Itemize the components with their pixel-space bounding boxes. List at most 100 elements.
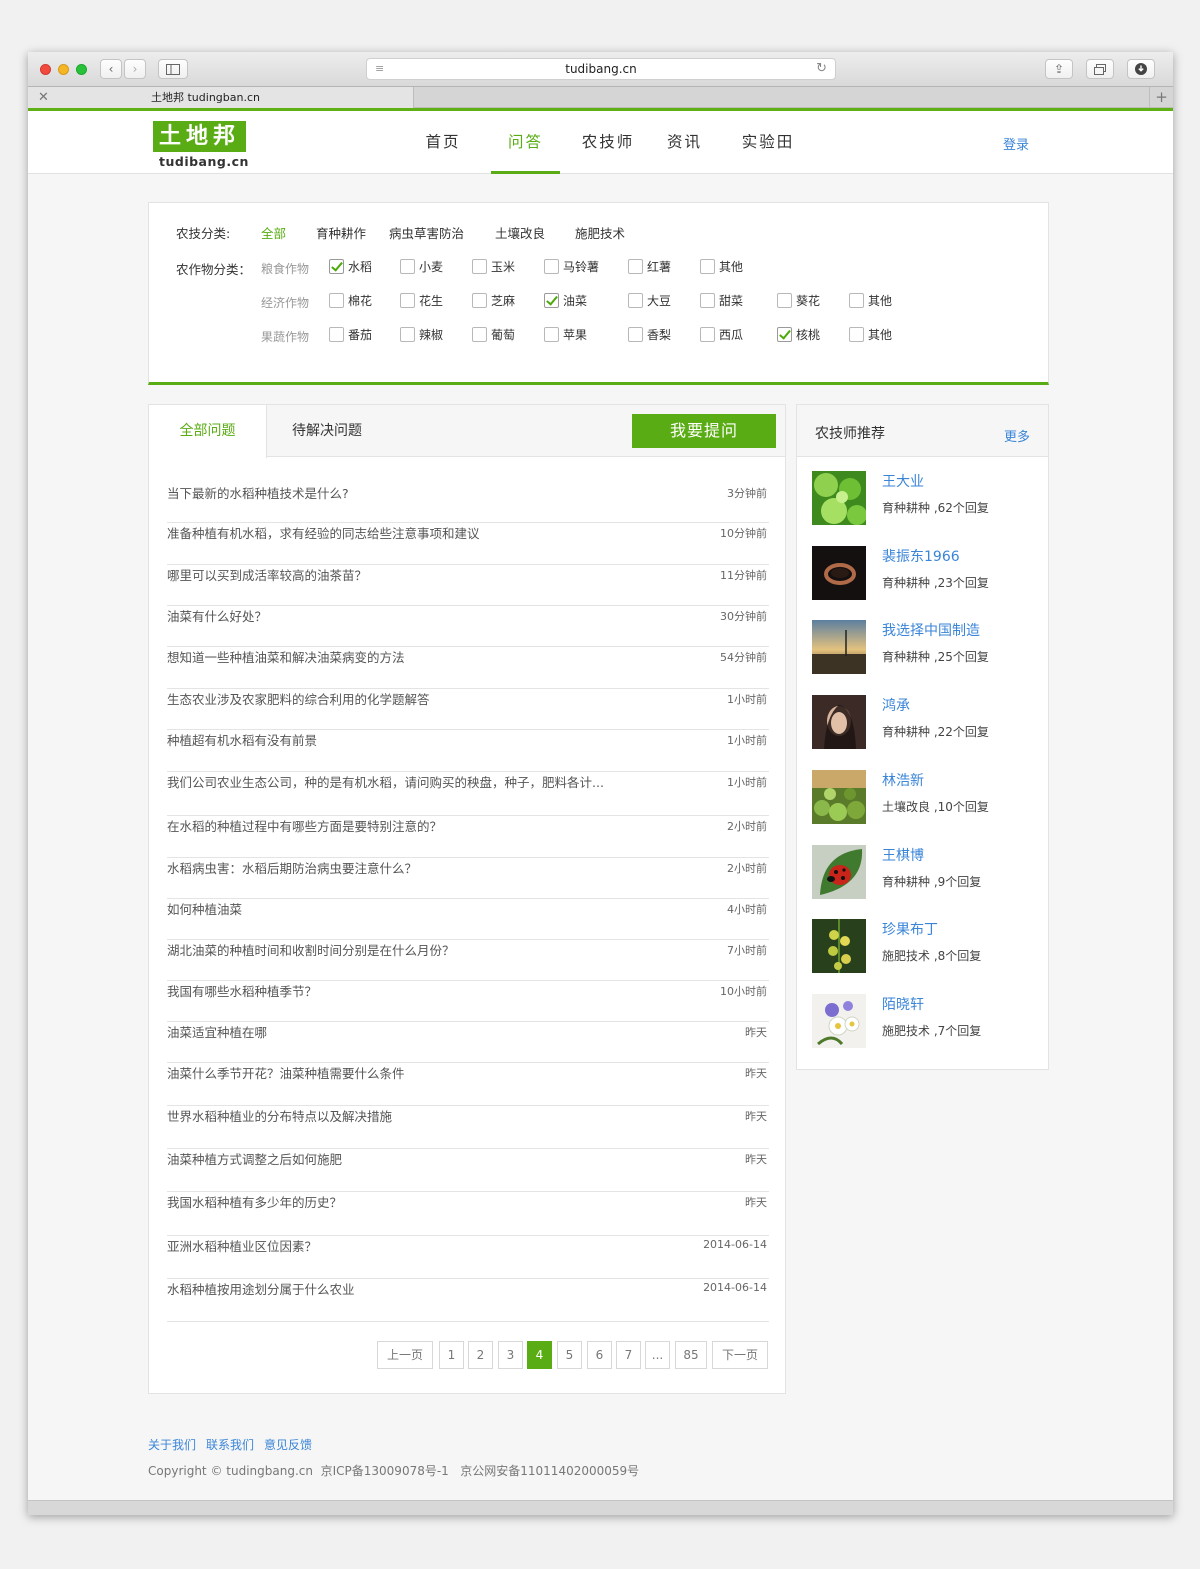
nav-qa[interactable]: 问答: [491, 111, 560, 174]
crop-checkbox[interactable]: 香梨: [628, 327, 671, 343]
address-bar[interactable]: ≡ tudibang.cn ↻: [366, 58, 836, 80]
expert-item[interactable]: 陌晓轩 施肥技术 ,7个回复: [812, 993, 1042, 1050]
question-title[interactable]: 亚洲水稻种植业区位因素？: [167, 1236, 317, 1255]
tab-unresolved-questions[interactable]: 待解决问题: [267, 405, 387, 458]
question-row[interactable]: 种植超有机水稻有没有前景 1小时前: [167, 730, 769, 772]
question-row[interactable]: 湖北油菜的种植时间和收割时间分别是在什么月份？ 7小时前: [167, 940, 769, 981]
forward-button[interactable]: ›: [124, 59, 146, 79]
expert-name[interactable]: 鸿承: [882, 695, 910, 715]
checkbox-icon[interactable]: [329, 327, 344, 342]
footer-feedback-link[interactable]: 意见反馈: [264, 1438, 312, 1452]
checkbox-icon[interactable]: [400, 293, 415, 308]
tech-filter-soil[interactable]: 土壤改良: [495, 223, 545, 242]
checkbox-icon[interactable]: [700, 327, 715, 342]
expert-avatar[interactable]: [812, 695, 866, 750]
page-number-button[interactable]: 4: [527, 1341, 552, 1369]
new-tab-button[interactable]: +: [1149, 87, 1173, 108]
crop-checkbox[interactable]: 水稻: [329, 259, 372, 275]
page-number-button[interactable]: 85: [675, 1341, 707, 1369]
checkbox-icon[interactable]: [777, 293, 792, 308]
question-row[interactable]: 油菜有什么好处？ 30分钟前: [167, 606, 769, 647]
footer-about-link[interactable]: 关于我们: [148, 1438, 196, 1452]
crop-checkbox[interactable]: 番茄: [329, 327, 372, 343]
expert-avatar[interactable]: [812, 993, 866, 1048]
close-window-button[interactable]: [40, 64, 51, 75]
question-title[interactable]: 湖北油菜的种植时间和收割时间分别是在什么月份？: [167, 940, 455, 959]
expert-name[interactable]: 裴振东1966: [882, 546, 960, 566]
close-tab-icon[interactable]: ✕: [38, 87, 49, 108]
question-row[interactable]: 油菜什么季节开花？油菜种植需要什么条件 昨天: [167, 1063, 769, 1106]
expert-avatar[interactable]: [812, 545, 866, 600]
crop-checkbox[interactable]: 核桃: [777, 327, 820, 343]
checkbox-icon[interactable]: [472, 293, 487, 308]
checkbox-icon[interactable]: [544, 327, 559, 342]
question-row[interactable]: 当下最新的水稻种植技术是什么? 3分钟前: [167, 483, 769, 523]
crop-checkbox[interactable]: 其他: [700, 259, 743, 275]
expert-item[interactable]: 鸿承 育种耕种 ,22个回复: [812, 695, 1042, 751]
question-row[interactable]: 想知道一些种植油菜和解决油菜病变的方法 54分钟前: [167, 647, 769, 689]
sidebar-toggle-button[interactable]: [158, 59, 188, 79]
tab-all-questions[interactable]: 全部问题: [149, 405, 267, 458]
checkbox-checked-icon[interactable]: [777, 327, 792, 342]
question-title[interactable]: 油菜种植方式调整之后如何施肥: [167, 1149, 342, 1168]
share-button[interactable]: ⇪: [1045, 59, 1073, 79]
crop-checkbox[interactable]: 甜菜: [700, 293, 743, 309]
crop-checkbox[interactable]: 马铃薯: [544, 259, 599, 275]
checkbox-icon[interactable]: [849, 327, 864, 342]
browser-tab[interactable]: ✕ 土地邦 tudingban.cn: [28, 87, 414, 108]
page-number-button[interactable]: 7: [616, 1341, 641, 1369]
more-experts-link[interactable]: 更多: [1004, 426, 1030, 445]
question-row[interactable]: 准备种植有机水稻，求有经验的同志给些注意事项和建议 10分钟前: [167, 523, 769, 565]
question-title[interactable]: 油菜适宜种植在哪: [167, 1022, 267, 1041]
checkbox-checked-icon[interactable]: [544, 293, 559, 308]
expert-avatar[interactable]: [812, 471, 866, 525]
question-row[interactable]: 水稻种植按用途划分属于什么农业 2014-06-14: [167, 1279, 769, 1322]
nav-trial-field[interactable]: 实验田: [738, 111, 798, 174]
question-title[interactable]: 想知道一些种植油菜和解决油菜病变的方法: [167, 647, 405, 666]
checkbox-icon[interactable]: [628, 327, 643, 342]
crop-checkbox[interactable]: 其他: [849, 293, 892, 309]
tech-filter-pest[interactable]: 病虫草害防治: [389, 223, 464, 242]
question-title[interactable]: 我们公司农业生态公司，种的是有机水稻，请问购买的秧盘，种子，肥料各计...: [167, 772, 604, 791]
expert-name[interactable]: 王棋博: [882, 845, 924, 865]
crop-checkbox[interactable]: 油菜: [544, 293, 587, 309]
expert-item[interactable]: 裴振东1966 育种耕种 ,23个回复: [812, 545, 1042, 602]
minimize-window-button[interactable]: [58, 64, 69, 75]
downloads-button[interactable]: [1127, 59, 1155, 79]
crop-checkbox[interactable]: 葡萄: [472, 327, 515, 343]
expert-name[interactable]: 王大业: [882, 471, 924, 491]
page-number-button[interactable]: 3: [498, 1341, 523, 1369]
crop-checkbox[interactable]: 大豆: [628, 293, 671, 309]
checkbox-icon[interactable]: [700, 293, 715, 308]
expert-avatar[interactable]: [812, 844, 866, 899]
next-page-button[interactable]: 下一页: [712, 1341, 768, 1369]
crop-checkbox[interactable]: 芝麻: [472, 293, 515, 309]
reader-icon[interactable]: ≡: [375, 59, 384, 79]
question-title[interactable]: 当下最新的水稻种植技术是什么?: [167, 483, 349, 502]
nav-news[interactable]: 资讯: [662, 111, 707, 174]
expert-item[interactable]: 王棋博 育种耕种 ,9个回复: [812, 844, 1042, 901]
question-row[interactable]: 我国有哪些水稻种植季节？ 10小时前: [167, 981, 769, 1022]
checkbox-checked-icon[interactable]: [329, 259, 344, 274]
prev-page-button[interactable]: 上一页: [377, 1341, 433, 1369]
checkbox-icon[interactable]: [329, 293, 344, 308]
expert-item[interactable]: 林浩新 土壤改良 ,10个回复: [812, 769, 1042, 826]
crop-checkbox[interactable]: 花生: [400, 293, 443, 309]
expert-name[interactable]: 珍果布丁: [882, 919, 938, 939]
page-number-button[interactable]: 1: [439, 1341, 464, 1369]
expert-name[interactable]: 我选择中国制造: [882, 620, 980, 640]
question-title[interactable]: 生态农业涉及农家肥料的综合利用的化学题解答: [167, 689, 430, 708]
tabs-overview-button[interactable]: [1086, 59, 1114, 79]
question-title[interactable]: 水稻种植按用途划分属于什么农业: [167, 1279, 355, 1298]
ask-question-button[interactable]: 我要提问: [632, 414, 776, 448]
expert-avatar[interactable]: [812, 919, 866, 974]
tech-filter-fertilizer[interactable]: 施肥技术: [575, 223, 625, 242]
question-title[interactable]: 在水稻的种植过程中有哪些方面是要特别注意的？: [167, 816, 442, 835]
zoom-window-button[interactable]: [76, 64, 87, 75]
question-title[interactable]: 哪里可以买到成活率较高的油茶苗？: [167, 565, 367, 584]
expert-item[interactable]: 王大业 育种耕种 ,62个回复: [812, 471, 1042, 527]
checkbox-icon[interactable]: [544, 259, 559, 274]
question-row[interactable]: 在水稻的种植过程中有哪些方面是要特别注意的？ 2小时前: [167, 816, 769, 858]
footer-contact-link[interactable]: 联系我们: [206, 1438, 254, 1452]
crop-checkbox[interactable]: 小麦: [400, 259, 443, 275]
